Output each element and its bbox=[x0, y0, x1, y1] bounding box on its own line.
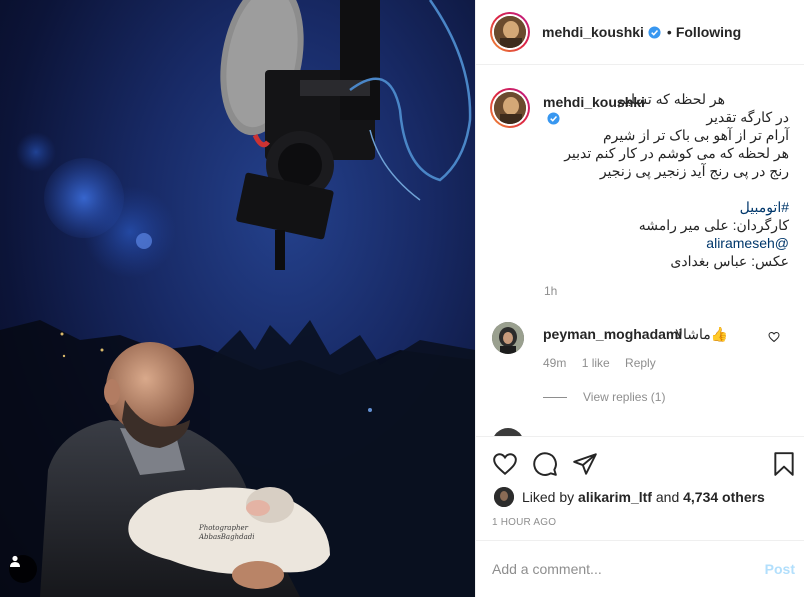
comment-text: ماشالا👍 bbox=[675, 326, 729, 342]
verified-icon bbox=[648, 25, 661, 39]
photo-watermark: Photographer AbbasBaghdadi bbox=[199, 524, 255, 541]
reply-button[interactable]: Reply bbox=[625, 356, 656, 370]
commenter-avatar[interactable] bbox=[492, 428, 524, 436]
post-photo[interactable]: Photographer AbbasBaghdadi bbox=[0, 0, 475, 597]
caption-line: آرام تر از آهو بی باک تر از شیرم bbox=[603, 127, 789, 143]
commenter-username[interactable]: peyman_moghadami bbox=[543, 326, 682, 342]
author-avatar[interactable] bbox=[494, 16, 526, 48]
mention-link[interactable]: @alirameseh bbox=[529, 234, 789, 252]
others-count-button[interactable]: 4,734 others bbox=[683, 489, 765, 505]
caption-text: هر لحظه که تسلیم در کارگه تقدیر آرام تر … bbox=[529, 90, 789, 270]
header-separator: • bbox=[666, 24, 672, 40]
caption-line: هر لحظه که تسلیم bbox=[617, 91, 725, 107]
liked-by-label: Liked by bbox=[522, 489, 575, 505]
heart-icon[interactable] bbox=[492, 451, 518, 477]
likes-summary: Liked by alikarim_ltf and 4,734 others bbox=[494, 487, 765, 507]
caption-line: در کارگه تقدیر bbox=[706, 109, 789, 125]
caption-line: رنج در پی رنج آید زنجیر پی زنجیر bbox=[599, 163, 789, 179]
likes-and: and bbox=[655, 489, 680, 505]
share-icon[interactable] bbox=[572, 451, 598, 477]
caption-line: کارگردان: علی میر رامشه bbox=[638, 217, 789, 233]
add-comment-bar: Post bbox=[476, 540, 804, 597]
instagram-post-view: Photographer AbbasBaghdadi mehdi_koushki bbox=[0, 0, 804, 597]
caption-time[interactable]: 1h bbox=[544, 284, 557, 298]
user-tag-icon bbox=[10, 555, 20, 567]
author-avatar-ring[interactable] bbox=[490, 12, 530, 52]
hashtag-link[interactable]: #اتومبیل bbox=[529, 198, 789, 216]
comment-input[interactable] bbox=[492, 561, 742, 577]
caption-avatar[interactable] bbox=[494, 92, 526, 124]
replies-divider bbox=[543, 396, 567, 398]
post-sidebar: mehdi_koushki • Following mehdi_koushki … bbox=[475, 0, 804, 597]
following-button[interactable]: Following bbox=[676, 24, 741, 40]
post-actions: Liked by alikarim_ltf and 4,734 others 1… bbox=[476, 436, 804, 548]
comment-meta: 49m 1 like Reply bbox=[543, 356, 668, 370]
post-header: mehdi_koushki • Following bbox=[476, 0, 804, 65]
liker-username[interactable]: alikarim_ltf bbox=[578, 489, 652, 505]
caption-line: عکس: عباس بغدادی bbox=[670, 253, 789, 269]
heart-icon[interactable] bbox=[768, 331, 780, 343]
comment-time[interactable]: 49m bbox=[543, 356, 566, 370]
caption-line bbox=[529, 180, 789, 198]
comment-item-partial bbox=[492, 428, 792, 436]
liker-avatar[interactable] bbox=[494, 487, 514, 507]
caption-line: هر لحظه که می کوشم در کار کنم تدبیر bbox=[564, 145, 789, 161]
author-username[interactable]: mehdi_koushki bbox=[542, 24, 644, 40]
photo-scene bbox=[0, 0, 475, 597]
comment-icon[interactable] bbox=[532, 451, 558, 477]
post-timestamp[interactable]: 1 HOUR AGO bbox=[492, 517, 556, 528]
commenter-avatar[interactable] bbox=[492, 322, 524, 354]
bookmark-icon[interactable] bbox=[772, 451, 796, 477]
comments-list[interactable]: mehdi_koushki هر لحظه که تسلیم در کارگه … bbox=[476, 66, 804, 436]
caption-avatar-ring[interactable] bbox=[490, 88, 530, 128]
post-comment-button[interactable]: Post bbox=[765, 561, 795, 577]
comment-likes[interactable]: 1 like bbox=[582, 356, 610, 370]
view-replies-button[interactable]: View replies (1) bbox=[543, 390, 665, 404]
user-tag-button[interactable] bbox=[9, 555, 37, 583]
